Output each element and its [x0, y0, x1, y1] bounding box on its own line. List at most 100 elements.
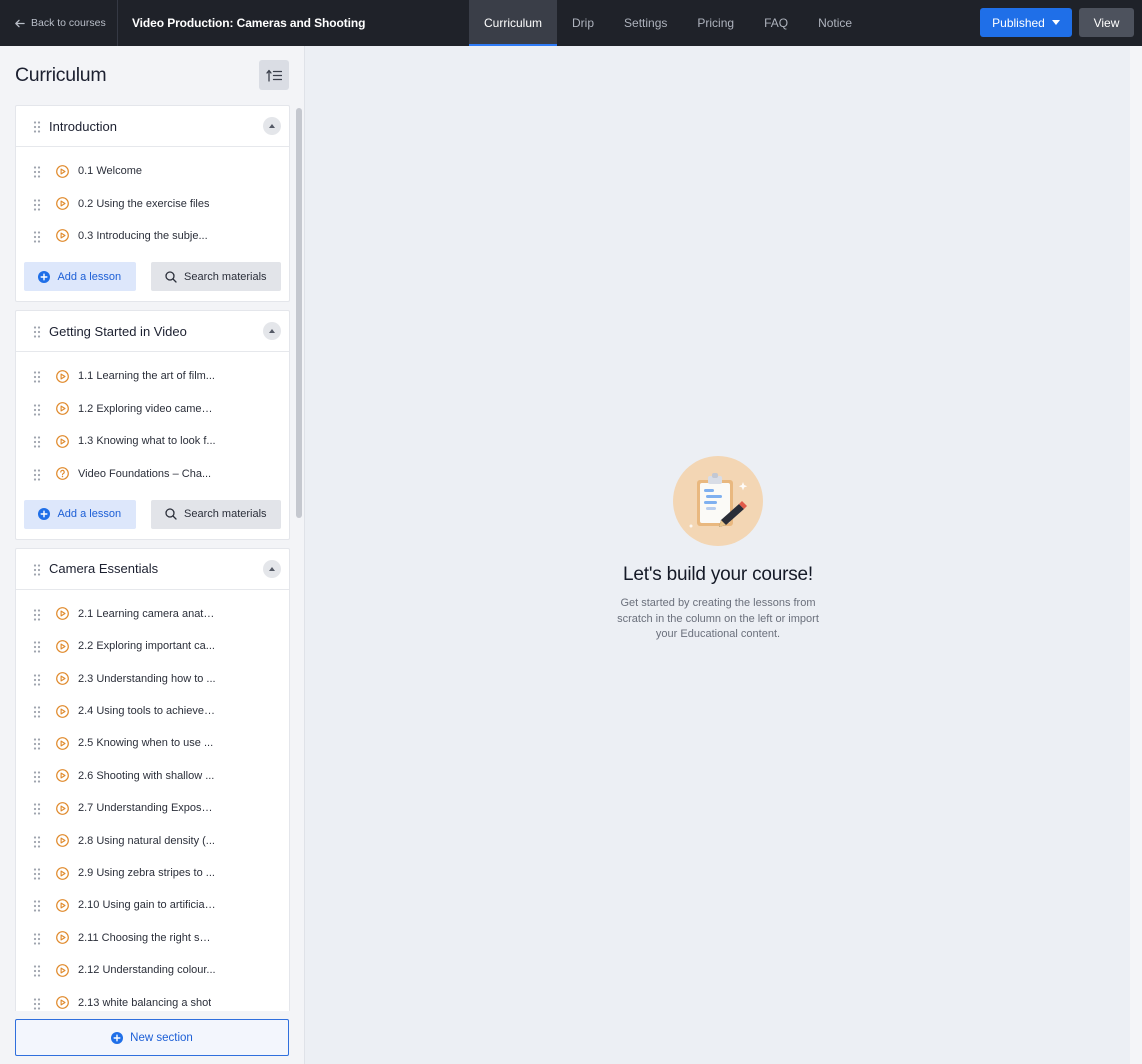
video-play-icon [56, 931, 69, 945]
add-lesson-button[interactable]: Add a lesson [24, 262, 136, 292]
drag-handle-icon[interactable] [33, 705, 41, 718]
drag-handle-icon[interactable] [33, 673, 41, 686]
lesson-item[interactable]: 2.10 Using gain to artificial... [16, 889, 289, 921]
lesson-item[interactable]: 2.6 Shooting with shallow ... [16, 760, 289, 792]
published-dropdown-button[interactable]: Published [980, 8, 1072, 37]
add-lesson-button[interactable]: Add a lesson [24, 499, 136, 529]
tab-settings[interactable]: Settings [609, 0, 682, 46]
lesson-item[interactable]: 2.8 Using natural density (... [16, 824, 289, 856]
lesson-item[interactable]: 2.2 Exploring important ca... [16, 630, 289, 662]
back-to-courses-link[interactable]: Back to courses [0, 0, 118, 46]
lesson-list: 0.1 Welcome 0.2 Using the exercise files 0… [16, 147, 289, 254]
lesson-item[interactable]: 2.5 Knowing when to use ... [16, 727, 289, 759]
drag-handle-icon[interactable] [33, 435, 41, 448]
drag-handle-icon[interactable] [33, 325, 41, 338]
tab-drip[interactable]: Drip [557, 0, 609, 46]
drag-handle-icon[interactable] [33, 997, 41, 1010]
tab-curriculum[interactable]: Curriculum [469, 0, 558, 46]
drag-handle-icon[interactable] [33, 899, 41, 913]
lesson-item[interactable]: 1.1 Learning the art of film... [16, 360, 289, 392]
section-header[interactable]: Introduction [16, 106, 289, 147]
video-play-icon [56, 801, 69, 815]
drag-handle-icon[interactable] [33, 802, 41, 815]
new-section-button[interactable]: New section [15, 1019, 289, 1056]
lesson-title: 2.8 Using natural density (... [78, 834, 215, 847]
section-title: Getting Started in Video [49, 323, 187, 339]
video-play-icon [56, 672, 69, 686]
video-play-icon [56, 164, 69, 178]
section-header[interactable]: Camera Essentials [16, 549, 289, 590]
lesson-title: 1.2 Exploring video cameras [78, 402, 216, 415]
tab-faq[interactable]: FAQ [749, 0, 803, 46]
drag-handle-icon[interactable] [33, 563, 41, 576]
lesson-item[interactable]: 1.2 Exploring video cameras [16, 393, 289, 425]
lesson-title: 2.6 Shooting with shallow ... [78, 769, 215, 782]
sidebar-title: Curriculum [15, 64, 107, 86]
sidebar-scrollbar[interactable] [296, 108, 302, 518]
drag-handle-icon[interactable] [33, 403, 41, 416]
tab-notice[interactable]: Notice [803, 0, 867, 46]
sort-button[interactable] [259, 60, 289, 90]
drag-handle-icon[interactable] [33, 770, 41, 783]
drag-handle-icon[interactable] [33, 964, 41, 977]
published-label: Published [992, 15, 1045, 30]
video-play-icon [56, 229, 69, 243]
collapse-section-button[interactable] [263, 559, 281, 578]
search-icon [165, 271, 177, 283]
drag-handle-icon[interactable] [33, 370, 41, 383]
lesson-title: 0.2 Using the exercise files [78, 197, 210, 210]
lesson-item[interactable]: 0.2 Using the exercise files [16, 187, 289, 219]
drag-handle-icon[interactable] [33, 230, 41, 243]
collapse-section-button[interactable] [263, 117, 281, 135]
plus-circle-icon [111, 1031, 124, 1044]
lesson-title: 2.4 Using tools to achieve ... [78, 705, 216, 718]
curriculum-sidebar: Curriculum Introduction 0.1 Welcome 0.2 Us… [0, 46, 305, 1064]
drag-handle-icon[interactable] [33, 835, 41, 848]
view-button[interactable]: View [1079, 8, 1134, 37]
chevron-up-icon [269, 329, 275, 334]
drag-handle-icon[interactable] [33, 867, 41, 880]
drag-handle-icon[interactable] [33, 165, 41, 178]
lesson-item[interactable]: 1.3 Knowing what to look f... [16, 425, 289, 457]
search-materials-label: Search materials [184, 270, 267, 283]
empty-state-description: Get started by creating the lessons from… [617, 597, 819, 640]
lesson-item[interactable]: 0.1 Welcome [16, 155, 289, 187]
lesson-item[interactable]: 2.9 Using zebra stripes to ... [16, 857, 289, 889]
video-play-icon [56, 899, 69, 912]
drag-handle-icon[interactable] [33, 932, 41, 945]
curriculum-section: Camera Essentials 2.1 Learning camera ana… [15, 547, 290, 1022]
lesson-item[interactable]: 2.1 Learning camera anato... [16, 598, 289, 630]
lesson-title: 2.10 Using gain to artificial... [78, 899, 216, 912]
lesson-title: 0.3 Introducing the subje... [78, 229, 208, 242]
lesson-item[interactable]: 2.7 Understanding Exposu... [16, 792, 289, 824]
search-materials-label: Search materials [184, 508, 267, 521]
add-lesson-label: Add a lesson [57, 270, 122, 283]
tab-pricing[interactable]: Pricing [682, 0, 749, 46]
lesson-item[interactable]: 2.11 Choosing the right shu... [16, 922, 289, 954]
drag-handle-icon[interactable] [33, 198, 41, 211]
drag-handle-icon[interactable] [33, 640, 41, 653]
back-label: Back to courses [31, 17, 106, 29]
search-materials-button[interactable]: Search materials [150, 499, 281, 529]
section-header[interactable]: Getting Started in Video [16, 311, 289, 353]
video-play-icon [56, 704, 69, 718]
lesson-item[interactable]: 2.12 Understanding colour... [16, 954, 289, 986]
lesson-item[interactable]: 0.3 Introducing the subje... [16, 220, 289, 252]
video-play-icon [56, 607, 69, 621]
lesson-title: 2.9 Using zebra stripes to ... [78, 867, 215, 880]
main-content: Let's build your course! Get started by … [306, 46, 1130, 1064]
drag-handle-icon[interactable] [33, 608, 41, 621]
lesson-item[interactable]: 2.3 Understanding how to ... [16, 663, 289, 695]
search-materials-button[interactable]: Search materials [150, 262, 281, 292]
lesson-item[interactable]: Video Foundations – Cha... [16, 457, 289, 489]
lesson-list: 2.1 Learning camera anato... 2.2 Explorin… [16, 590, 289, 1021]
plus-circle-icon [38, 508, 51, 521]
drag-handle-icon[interactable] [33, 468, 41, 481]
video-play-icon [56, 434, 69, 448]
drag-handle-icon[interactable] [33, 737, 41, 751]
sort-order-icon [266, 69, 282, 82]
collapse-section-button[interactable] [263, 322, 281, 341]
lesson-item[interactable]: 2.4 Using tools to achieve ... [16, 695, 289, 727]
drag-handle-icon[interactable] [33, 120, 41, 133]
video-play-icon [56, 834, 69, 848]
